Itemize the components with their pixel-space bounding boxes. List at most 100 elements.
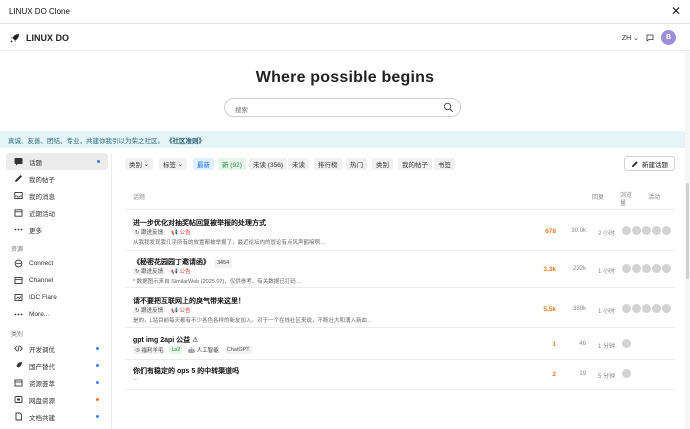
brand-name: LINUX DO <box>26 32 70 43</box>
table-row[interactable]: 《秘密花园园丁邀请函》 3454 ↻ 跟进反馈 📢 公告 * 数据图示来自 Sim… <box>125 251 675 288</box>
tag-chatgpt[interactable]: ChatGPT <box>224 346 252 354</box>
tab-categories[interactable]: 类别 <box>372 158 393 170</box>
avatar[interactable] <box>662 264 671 273</box>
search-icon[interactable] <box>443 102 454 115</box>
view-count: 380k <box>572 306 586 312</box>
topic-title[interactable]: 你们有稳定的 ops 5 的中转渠道吗 <box>133 366 239 376</box>
language-label: ZH <box>621 34 632 42</box>
window-titlebar: LINUX DO Clone ✕ <box>0 0 690 24</box>
tab-top[interactable]: 排行榜 <box>314 158 342 170</box>
activity-time[interactable]: 5 分钟 <box>593 371 615 380</box>
tag-feedback[interactable]: ↻ 跟进反馈 <box>133 228 166 236</box>
sidebar-item-more-resources[interactable]: More... <box>0 306 111 323</box>
activity-time[interactable]: 1 分钟 <box>593 341 615 350</box>
avatar[interactable] <box>652 304 661 313</box>
page-scrollbar[interactable] <box>685 51 690 429</box>
sidebar-item-activity[interactable]: 近期活动 <box>0 204 111 221</box>
sidebar-item-label: 我的帖子 <box>29 176 55 184</box>
table-row[interactable]: 你们有稳定的 ops 5 的中转渠道吗 … 2 19 5 分钟 <box>125 360 675 390</box>
tag-ai[interactable]: 🤖 人工智能 <box>186 346 221 354</box>
tab-new[interactable]: 新 (92) <box>218 158 246 170</box>
col-views: 浏览量 <box>620 193 633 207</box>
topic-title-wrap[interactable]: 《秘密花园园丁邀请函》 3454 <box>133 257 233 268</box>
avatar[interactable]: B <box>661 30 676 45</box>
avatar[interactable] <box>642 304 651 313</box>
tag-announcement[interactable]: 📢 公告 <box>169 306 193 314</box>
guidelines-link[interactable]: 《社区准则》 <box>166 135 205 145</box>
tags-dropdown[interactable]: 标签 ⌄ <box>159 158 188 170</box>
avatar[interactable] <box>662 226 671 235</box>
avatar[interactable] <box>622 264 631 273</box>
sidebar-item-my-posts[interactable]: 我的帖子 <box>0 170 111 187</box>
close-icon[interactable]: ✕ <box>671 5 681 17</box>
flare-icon <box>14 293 23 302</box>
avatar[interactable] <box>642 226 651 235</box>
avatar[interactable] <box>652 226 661 235</box>
sidebar-item-topics[interactable]: 话题 <box>6 153 108 170</box>
tab-bookmarks[interactable]: 书签 <box>434 158 455 170</box>
table-row[interactable]: 进一步优化对抽奖帖回复被举报的处理方式 ↻ 跟进反馈 📢 公告 从我我发现我几乎… <box>125 211 675 251</box>
activity-time[interactable]: 2 小时 <box>593 228 615 237</box>
topic-title[interactable]: gpt img 2api 公益 ⚠ <box>133 335 198 345</box>
col-topic: 话题 <box>133 195 146 201</box>
avatar[interactable] <box>622 304 631 313</box>
chat-icon[interactable] <box>646 34 654 42</box>
reply-count: 1 <box>552 341 556 348</box>
col-activity: 活动 <box>648 195 661 201</box>
language-switch[interactable]: ZH ⌄ <box>622 34 639 42</box>
brand-logo[interactable]: LINUX DO <box>10 33 69 43</box>
sidebar-item-resources[interactable]: 资源荟萃 <box>0 374 111 391</box>
tag-announcement[interactable]: 📢 公告 <box>169 267 193 275</box>
avatar[interactable] <box>622 226 631 235</box>
topic-tags: ↻ 跟进反馈 📢 公告 <box>133 228 193 236</box>
table-row[interactable]: gpt img 2api 公益 ⚠ ⑤ 福利羊毛 Lv2 🤖 人工智能 Chat… <box>125 328 675 360</box>
new-topic-button[interactable]: 新建话题 <box>624 156 675 171</box>
inbox-icon <box>14 191 23 200</box>
topic-title: 《秘密花园园丁邀请函》 <box>133 259 210 266</box>
avatar[interactable] <box>632 226 641 235</box>
poster-avatars <box>622 226 671 235</box>
sidebar-item-idc-flare[interactable]: IDC Flare <box>0 289 111 306</box>
poster-avatars <box>622 369 631 378</box>
avatar[interactable] <box>662 304 671 313</box>
avatar[interactable] <box>652 264 661 273</box>
tab-hot[interactable]: 热门 <box>346 158 367 170</box>
activity-time[interactable]: 1 小时 <box>593 266 615 275</box>
sidebar-item-connect[interactable]: Connect <box>0 255 111 272</box>
avatar[interactable] <box>632 264 641 273</box>
tag-feedback[interactable]: ↻ 跟进反馈 <box>133 267 166 275</box>
sidebar-item-label: Channel <box>29 277 54 284</box>
sidebar-item-label: 更多 <box>29 227 42 235</box>
tag-welfare[interactable]: ⑤ 福利羊毛 <box>133 346 166 354</box>
tag-feedback[interactable]: ↻ 跟进反馈 <box>133 306 166 314</box>
avatar[interactable] <box>622 339 631 348</box>
sidebar-item-messages[interactable]: 我的消息 <box>0 187 111 204</box>
app-header: LINUX DO ZH ⌄ B <box>0 25 690 51</box>
view-count: 30.0k <box>571 228 586 234</box>
sidebar-item-more[interactable]: 更多 <box>0 221 111 238</box>
avatar[interactable] <box>622 369 631 378</box>
tab-latest[interactable]: 最新 <box>193 158 214 170</box>
avatar[interactable] <box>642 264 651 273</box>
avatar[interactable] <box>632 304 641 313</box>
tab-unread[interactable]: 未读 (356) <box>249 158 287 170</box>
sidebar-item-docs[interactable]: 文档共建 <box>0 408 111 425</box>
topic-tags: ⑤ 福利羊毛 Lv2 🤖 人工智能 ChatGPT <box>133 346 252 354</box>
tab-unseen[interactable]: 未读 <box>288 158 309 170</box>
tag-announcement[interactable]: 📢 公告 <box>169 228 193 236</box>
poster-avatars <box>622 264 671 273</box>
search-input[interactable]: 搜索 <box>224 98 461 117</box>
activity-time[interactable]: 1 小时 <box>593 306 615 315</box>
category-dot <box>96 415 99 418</box>
sidebar-item-netdisk[interactable]: 网盘资源 <box>0 391 111 408</box>
sidebar-item-domestic[interactable]: 国产替代 <box>0 357 111 374</box>
table-row[interactable]: 请不要把互联网上的戾气带来这里！ ↻ 跟进反馈 📢 公告 是的，L站目前每天都有… <box>125 288 675 328</box>
category-dropdown[interactable]: 类别 ⌄ <box>125 158 154 170</box>
tag-level[interactable]: Lv2 <box>169 346 183 354</box>
topic-title[interactable]: 请不要把互联网上的戾气带来这里！ <box>133 296 245 306</box>
tab-my-posts[interactable]: 我的帖子 <box>398 158 432 170</box>
scrollbar-thumb[interactable] <box>686 183 689 279</box>
sidebar-item-channel[interactable]: Channel <box>0 272 111 289</box>
sidebar-item-dev[interactable]: 开发调优 <box>0 340 111 357</box>
topic-title[interactable]: 进一步优化对抽奖帖回复被举报的处理方式 <box>133 218 266 228</box>
